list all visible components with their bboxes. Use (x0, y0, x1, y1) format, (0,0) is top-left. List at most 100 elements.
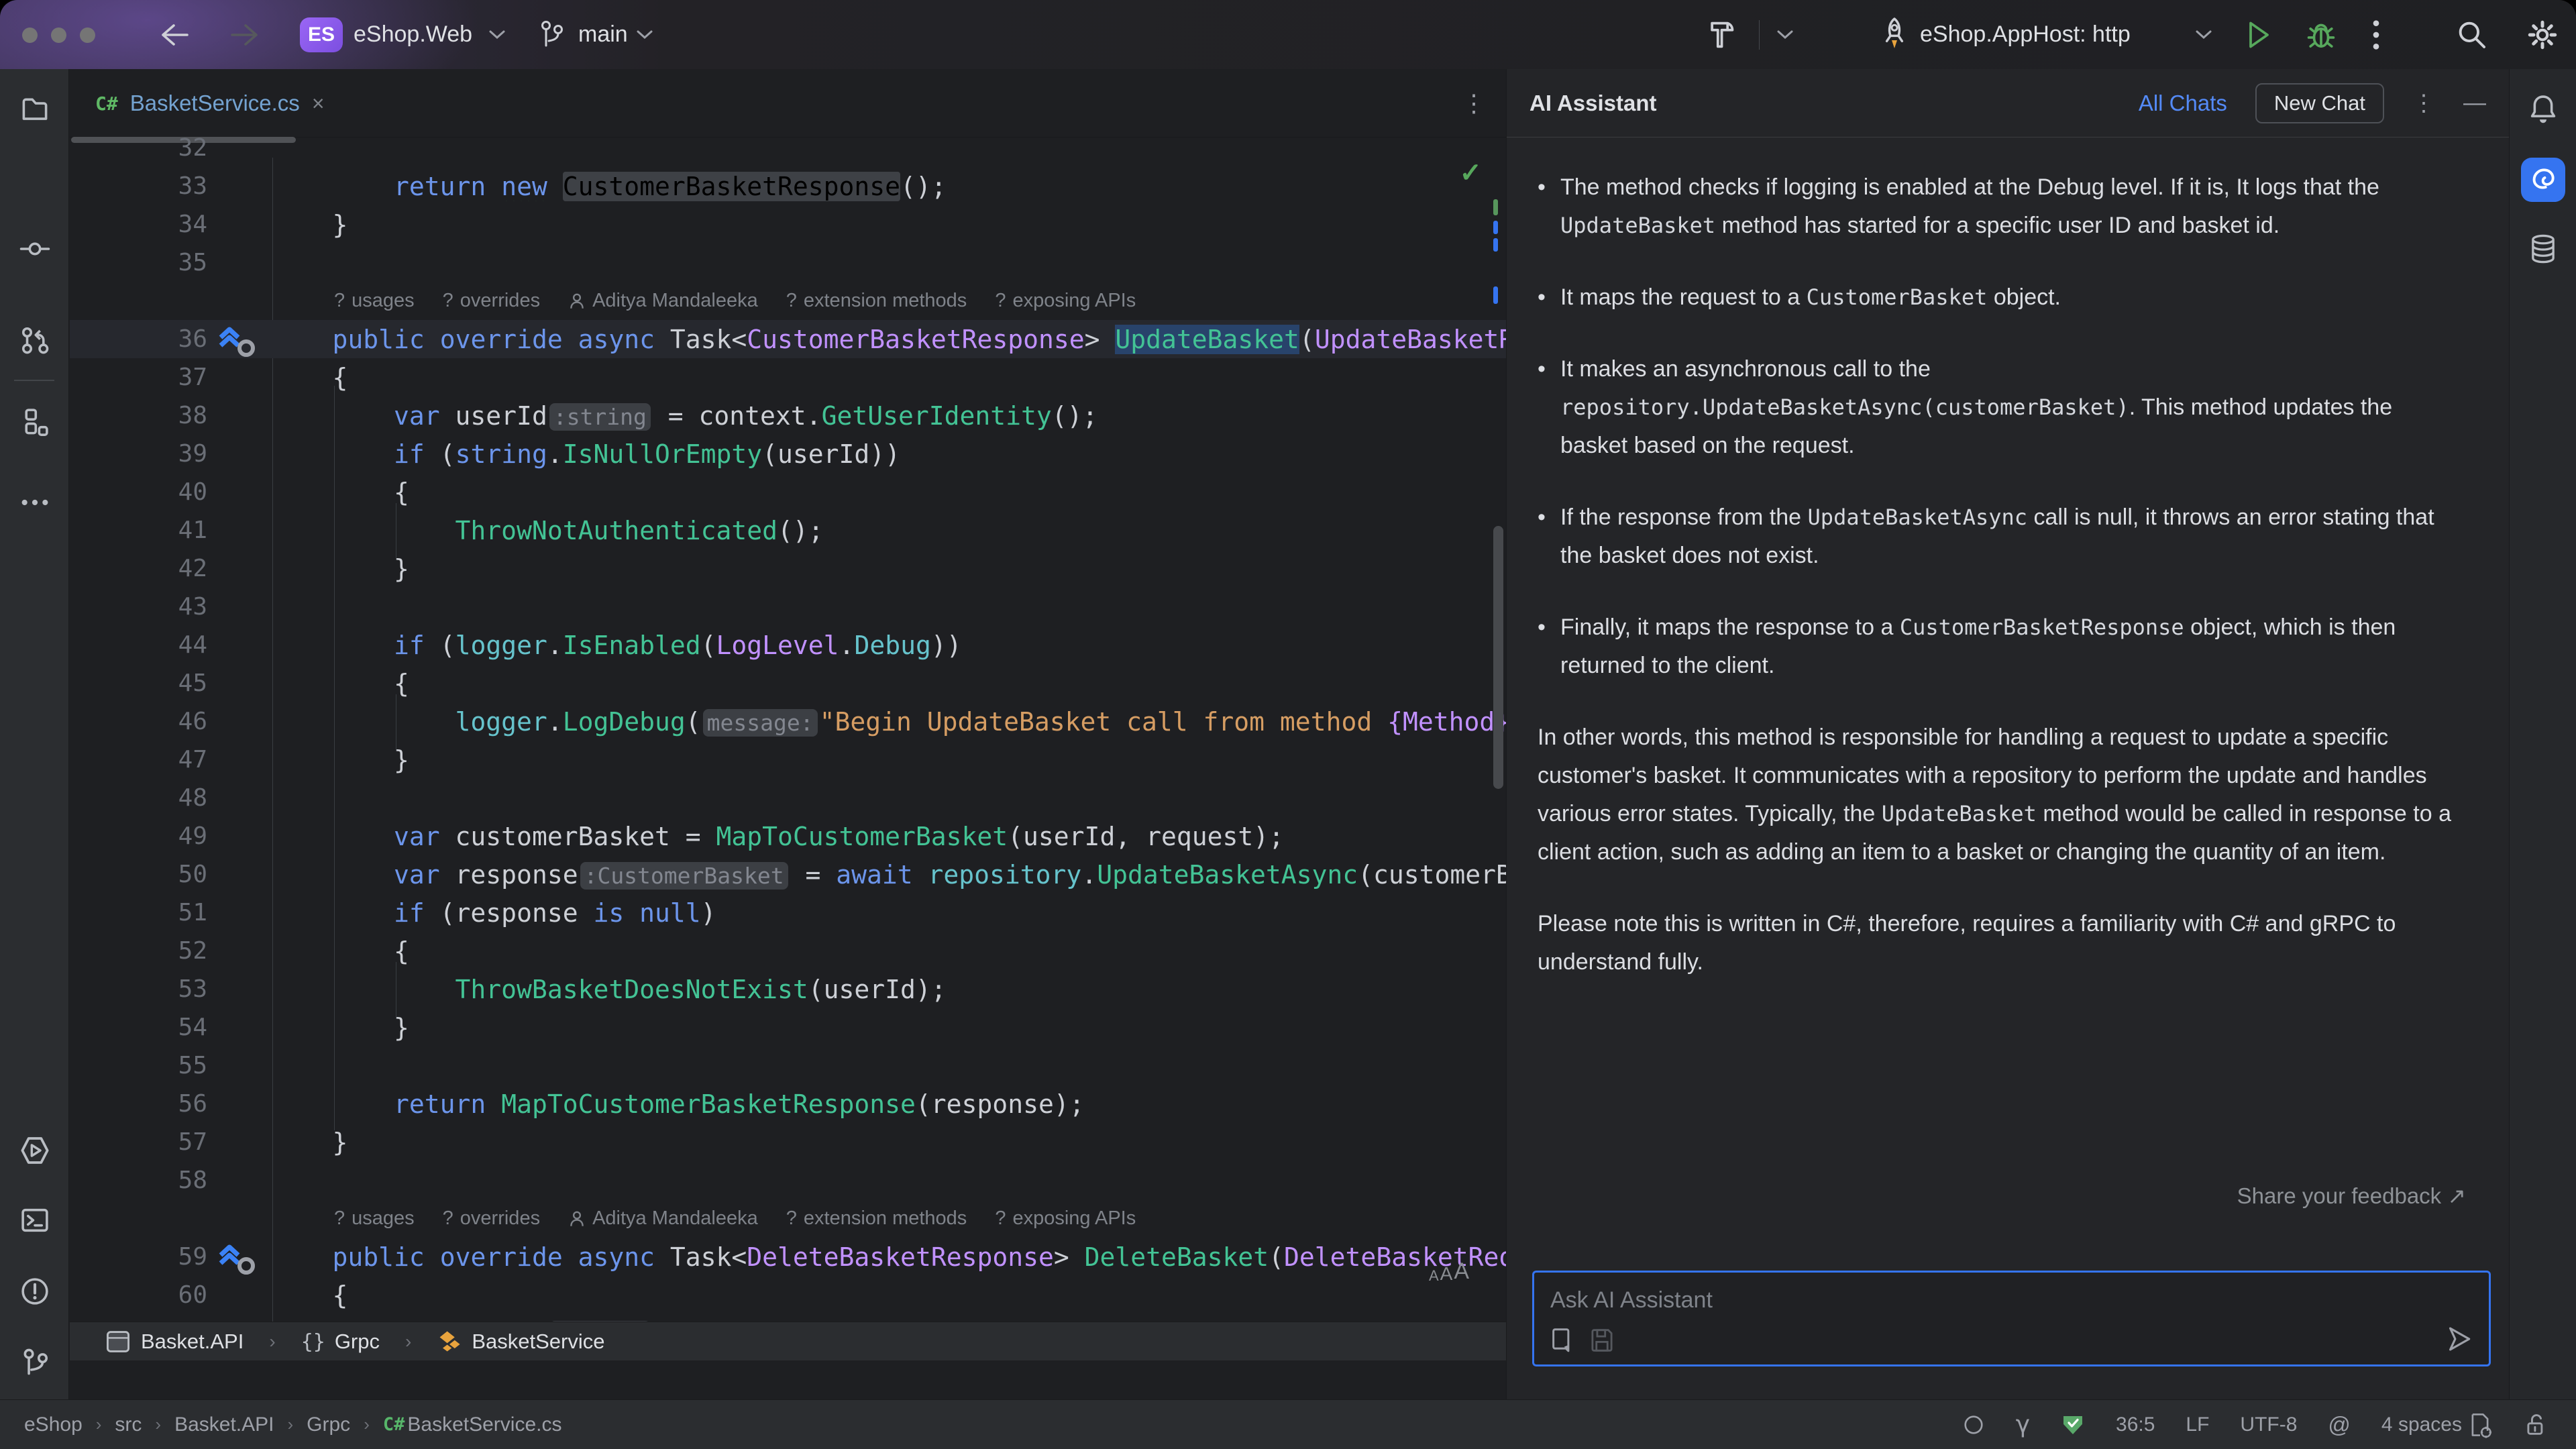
line-number[interactable]: 53 (70, 975, 207, 1003)
line-number[interactable]: 54 (70, 1014, 207, 1041)
line-number[interactable]: 43 (70, 593, 207, 621)
code-line[interactable]: 35 (70, 244, 1506, 282)
line-number[interactable]: 36 (70, 325, 207, 353)
code-vision-hint[interactable]: ? extension methods (786, 290, 967, 312)
terminal-icon[interactable] (19, 1204, 51, 1236)
more-tool-windows-icon[interactable] (19, 486, 51, 519)
project-folder-icon[interactable] (19, 93, 51, 125)
code-line[interactable]: 45 { (70, 664, 1506, 702)
line-number[interactable]: 32 (70, 138, 207, 162)
code-line[interactable]: 58 (70, 1161, 1506, 1199)
code-vision-hint[interactable]: ? overrides (443, 1208, 540, 1230)
ai-chat-messages[interactable]: • The method checks if logging is enabled… (1507, 138, 2509, 1204)
highlight-level-icon[interactable] (1962, 1413, 1985, 1436)
code-line[interactable]: 50 var response:CustomerBasket = await r… (70, 855, 1506, 894)
breadcrumb[interactable]: eShop › src › Basket.API › Grpc › C# BasketServi… (0, 1413, 561, 1436)
code-line[interactable]: 51 if (response is null) (70, 894, 1506, 932)
build-button[interactable] (1705, 17, 1740, 52)
status-breadcrumb-file[interactable]: C# BasketService.cs (383, 1413, 562, 1436)
line-number[interactable]: 40 (70, 478, 207, 506)
code-line[interactable]: 32 (70, 138, 1506, 167)
problems-icon[interactable] (19, 1275, 51, 1307)
notifications-bell-icon[interactable] (2527, 93, 2559, 125)
run-button[interactable] (2242, 18, 2273, 52)
override-gutter-icon[interactable] (207, 320, 271, 358)
send-message-icon[interactable] (2445, 1324, 2474, 1354)
navbar-item-basket.api[interactable]: Basket.API (105, 1329, 244, 1354)
line-number[interactable]: 48 (70, 784, 207, 812)
all-chats-link[interactable]: All Chats (2139, 91, 2227, 116)
line-number[interactable]: 46 (70, 708, 207, 735)
code-vision-hint[interactable]: ? exposing APIs (995, 1208, 1136, 1230)
search-icon[interactable] (2455, 18, 2489, 52)
file-lock-icon[interactable] (2524, 1411, 2548, 1438)
project-icon[interactable]: ES (300, 17, 343, 52)
line-number[interactable]: 37 (70, 364, 207, 391)
author-icon-label[interactable]: Aditya Mandaleeka (568, 1208, 758, 1230)
status-breadcrumb-item[interactable]: Basket.API (174, 1413, 274, 1436)
code-line[interactable]: 40 { (70, 473, 1506, 511)
override-gutter-icon[interactable] (207, 1238, 271, 1276)
code-line[interactable]: 59 public override async Task<DeleteBask… (70, 1238, 1506, 1276)
line-ending[interactable]: LF (2186, 1413, 2209, 1436)
prompt-library-icon[interactable] (1549, 1327, 1574, 1355)
code-vision-hint[interactable]: ? overrides (443, 290, 540, 312)
line-number[interactable]: 44 (70, 631, 207, 659)
line-number[interactable]: 38 (70, 402, 207, 429)
line-number[interactable]: 57 (70, 1128, 207, 1156)
chevron-down-icon[interactable] (1776, 30, 1794, 40)
code-line[interactable]: 37 { (70, 358, 1506, 396)
ai-assistant-tool-icon[interactable] (2521, 158, 2565, 202)
navbar-item-grpc[interactable]: {} Grpc (301, 1330, 380, 1354)
line-number[interactable]: 33 (70, 172, 207, 200)
editor-scrollbar[interactable] (1493, 526, 1503, 789)
code-vision-hint[interactable]: ? usages (334, 1208, 415, 1230)
pull-requests-icon[interactable] (19, 324, 51, 356)
panel-minimize-icon[interactable]: — (2463, 90, 2486, 116)
status-breadcrumb-item[interactable]: eShop (24, 1413, 83, 1436)
window-close-icon[interactable] (22, 28, 38, 43)
database-icon[interactable] (2527, 233, 2559, 265)
code-vision-hint[interactable]: ? usages (334, 290, 415, 312)
inspection-shield-icon[interactable] (2061, 1413, 2085, 1437)
commit-icon[interactable] (19, 233, 51, 265)
line-number[interactable]: 56 (70, 1090, 207, 1118)
inspections-ok-icon[interactable]: ✓ (1459, 158, 1482, 189)
indent-setting[interactable]: 4 spaces (2381, 1411, 2493, 1438)
code-line[interactable]: 33 return new CustomerBasketResponse(); (70, 167, 1506, 205)
code-line[interactable]: 48 (70, 779, 1506, 817)
line-number[interactable]: 42 (70, 555, 207, 582)
editor-area[interactable]: C# BasketService.cs × ⋮ 32 33 return new … (70, 69, 1506, 1360)
line-number[interactable]: 39 (70, 440, 207, 468)
line-number[interactable]: 51 (70, 899, 207, 926)
more-actions-icon[interactable] (2372, 17, 2380, 52)
code-line[interactable]: 34 } (70, 205, 1506, 244)
ai-input-box[interactable]: Ask AI Assistant (1532, 1271, 2491, 1366)
status-breadcrumb-item[interactable]: Grpc (307, 1413, 350, 1436)
line-number[interactable]: 50 (70, 861, 207, 888)
code-vision-hint[interactable]: ? extension methods (786, 1208, 967, 1230)
code-line[interactable]: 36 public override async Task<CustomerBa… (70, 320, 1506, 358)
run-config-selector[interactable]: eShop.AppHost: http (1920, 0, 2131, 69)
code-line[interactable]: 41 ThrowNotAuthenticated(); (70, 511, 1506, 549)
code-line[interactable]: 55 (70, 1046, 1506, 1085)
project-selector[interactable]: eShop.Web (354, 0, 472, 69)
code-line[interactable]: 38 var userId:string = context.GetUserId… (70, 396, 1506, 435)
code-line[interactable]: 43 (70, 588, 1506, 626)
code-line[interactable]: 56 return MapToCustomerBasketResponse(re… (70, 1085, 1506, 1123)
line-number[interactable]: 41 (70, 517, 207, 544)
settings-gear-icon[interactable] (2525, 17, 2560, 52)
code-line[interactable]: 57 } (70, 1123, 1506, 1161)
tab-close-icon[interactable]: × (312, 91, 325, 116)
code-line[interactable]: 44 if (logger.IsEnabled(LogLevel.Debug)) (70, 626, 1506, 664)
code-line[interactable]: 42 } (70, 549, 1506, 588)
line-number[interactable]: 52 (70, 937, 207, 965)
annotation-at-icon[interactable]: @ (2328, 1412, 2351, 1438)
navbar-item-basketservice[interactable]: BasketService (437, 1328, 604, 1355)
line-number[interactable]: 35 (70, 249, 207, 276)
line-number[interactable]: 58 (70, 1167, 207, 1194)
branch-selector[interactable]: main (578, 0, 628, 69)
forward-button[interactable] (227, 20, 262, 50)
panel-options-icon[interactable]: ⋮ (2412, 90, 2435, 117)
code-vision-hint[interactable]: ? exposing APIs (995, 290, 1136, 312)
